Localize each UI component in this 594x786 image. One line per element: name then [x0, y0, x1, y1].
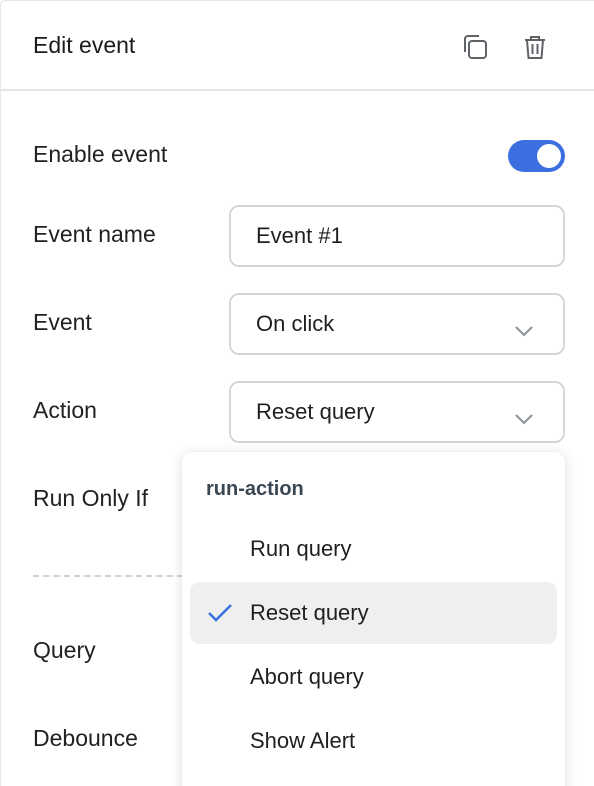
action-select[interactable]: Reset query — [229, 381, 565, 443]
toggle-knob — [537, 144, 561, 168]
trash-icon[interactable] — [519, 31, 551, 63]
enable-event-label: Enable event — [33, 141, 168, 167]
query-label: Query — [33, 637, 96, 663]
menu-group-label: run-action — [206, 478, 304, 500]
menu-item-label: Run query — [250, 536, 352, 561]
menu-item-label: Show Alert — [250, 728, 356, 753]
menu-item-abort-query[interactable]: Abort query — [190, 646, 557, 708]
panel-header: Edit event — [1, 1, 594, 91]
chevron-down-icon — [515, 317, 533, 337]
action-label: Action — [33, 397, 97, 423]
enable-event-toggle[interactable] — [508, 140, 565, 172]
debounce-label: Debounce — [33, 725, 138, 751]
panel-title: Edit event — [33, 31, 136, 58]
chevron-down-icon — [515, 405, 533, 425]
menu-item-run-query[interactable]: Run query — [190, 518, 557, 580]
action-select-value: Reset query — [256, 399, 375, 424]
event-select[interactable]: On click — [229, 293, 565, 355]
event-label: Event — [33, 309, 92, 335]
event-select-value: On click — [256, 311, 335, 336]
section-divider — [33, 575, 183, 577]
run-only-if-label: Run Only If — [33, 485, 149, 511]
menu-item-label: Abort query — [250, 664, 364, 689]
event-name-input[interactable] — [256, 223, 536, 249]
menu-item-reset-query[interactable]: Reset query — [190, 582, 557, 644]
menu-item-label: Reset query — [250, 600, 369, 625]
event-name-label: Event name — [33, 221, 156, 247]
check-icon — [207, 603, 233, 623]
copy-icon[interactable] — [459, 31, 491, 63]
menu-item-show-alert[interactable]: Show Alert — [190, 710, 557, 772]
edit-event-panel: Edit event Enable event Event name Event — [0, 0, 594, 786]
event-name-field[interactable] — [229, 205, 565, 267]
action-dropdown-menu: run-action Run query Reset query Abort q… — [182, 452, 565, 786]
